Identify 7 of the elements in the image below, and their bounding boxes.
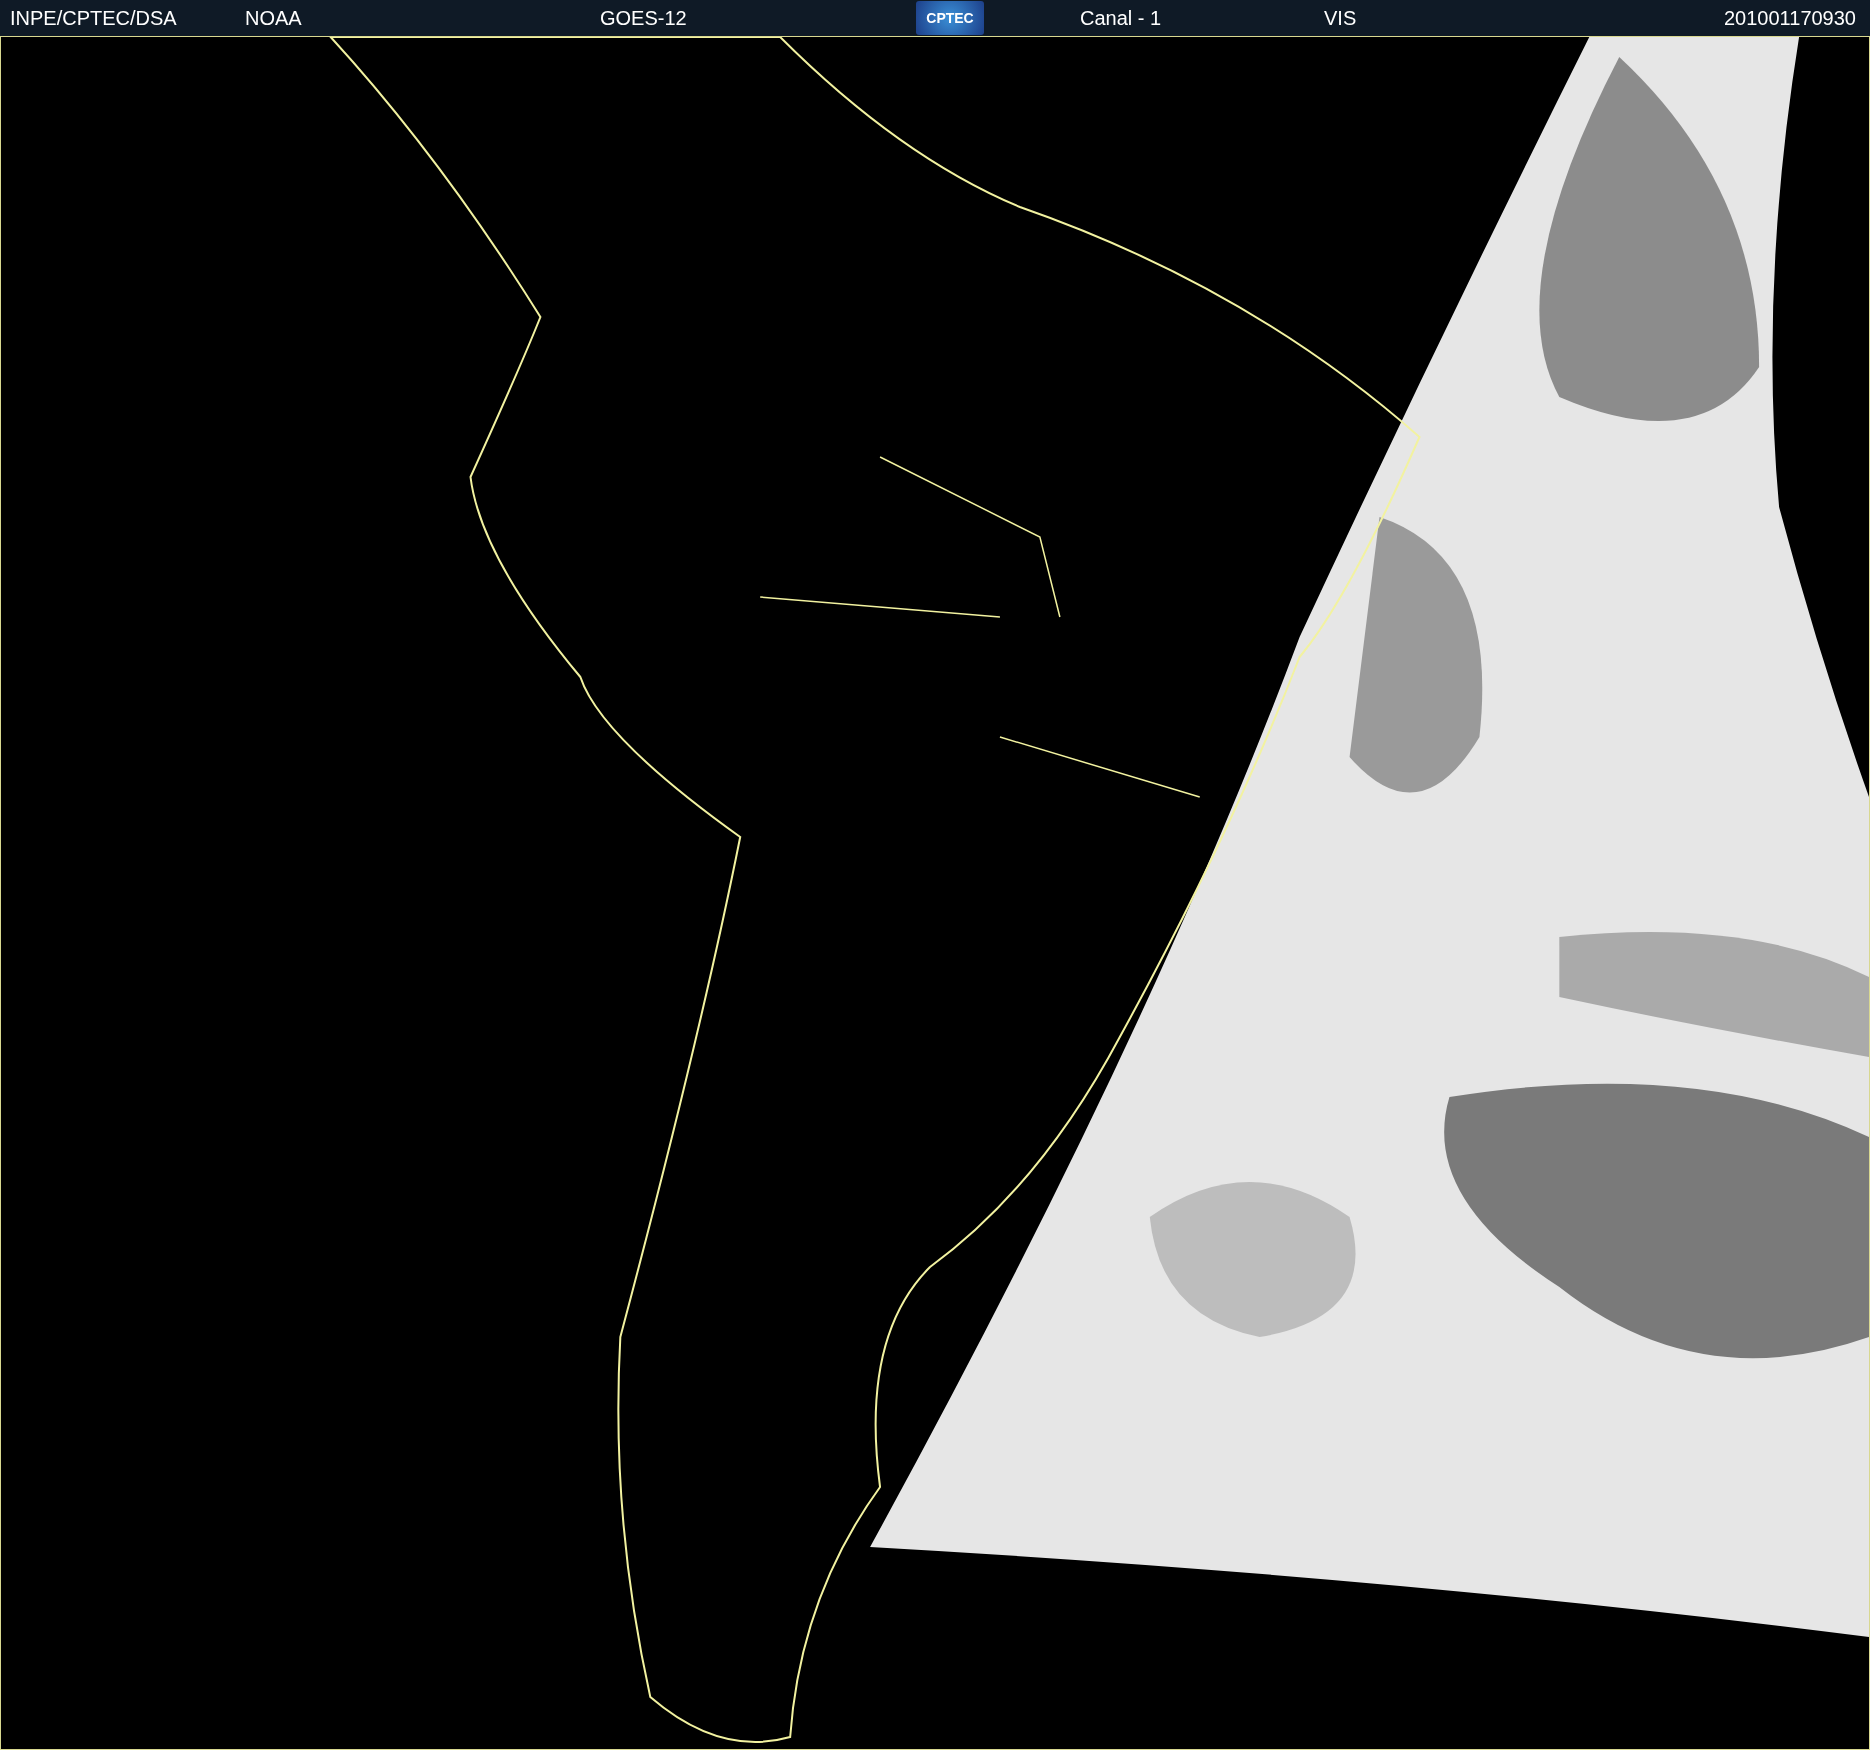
- band-label: VIS: [1324, 6, 1358, 30]
- satellite-label: GOES-12: [600, 6, 688, 30]
- logo: CPTEC: [916, 1, 984, 35]
- timestamp-label: 201001170930: [1724, 6, 1856, 30]
- channel-label: Canal - 1: [1080, 6, 1163, 30]
- agency-label: NOAA: [245, 6, 303, 30]
- source-label: INPE/CPTEC/DSA: [10, 6, 178, 30]
